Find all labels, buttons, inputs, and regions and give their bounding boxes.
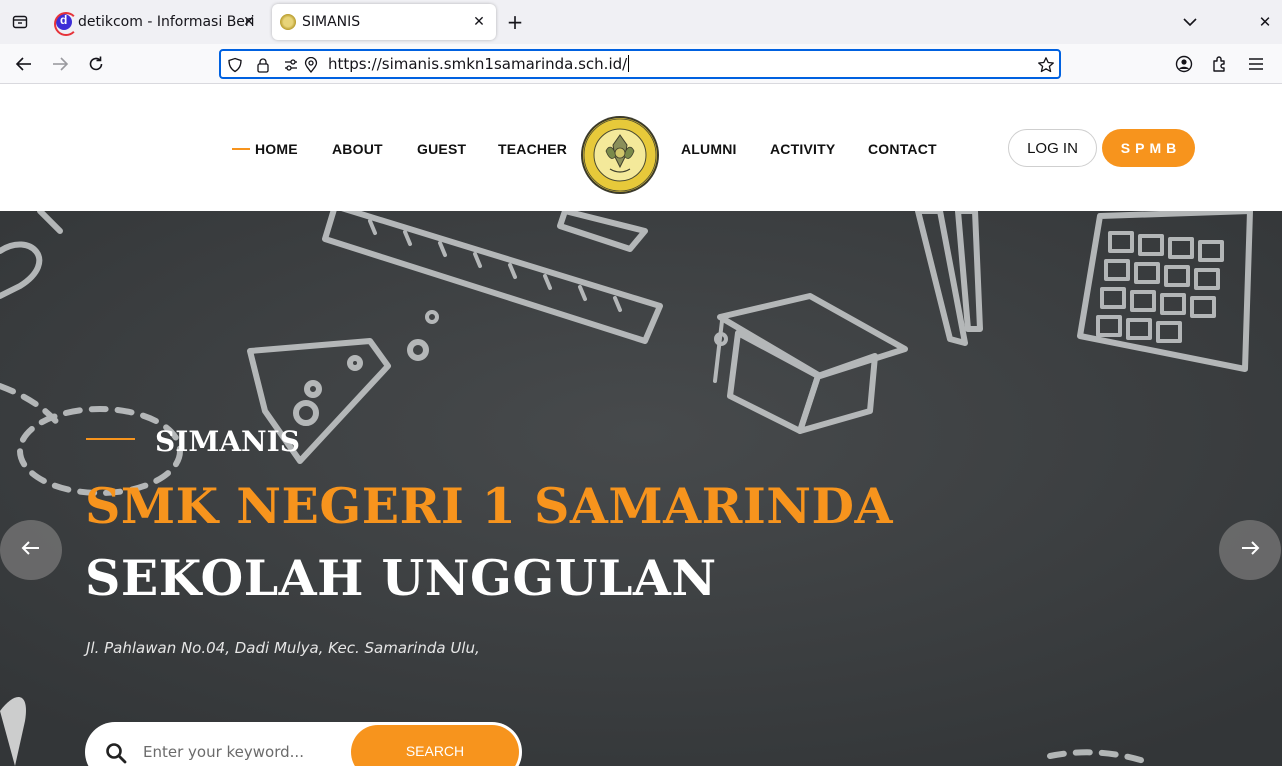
nav-item-contact[interactable]: CONTACT bbox=[868, 141, 937, 157]
nav-item-home[interactable]: HOME bbox=[255, 141, 298, 157]
detik-favicon-icon bbox=[54, 12, 78, 36]
login-button[interactable]: LOG IN bbox=[1008, 129, 1097, 167]
back-arrow-icon[interactable] bbox=[12, 53, 36, 75]
arrow-right-icon bbox=[1240, 540, 1260, 560]
hero-banner: SIMANIS SMK NEGERI 1 SAMARINDA SEKOLAH U… bbox=[0, 211, 1282, 766]
browser-toolbar: https://simanis.smkn1samarinda.sch.id/ bbox=[0, 44, 1282, 84]
spmb-button[interactable]: SPMB bbox=[1102, 129, 1195, 167]
chevron-down-icon[interactable] bbox=[1180, 12, 1200, 32]
simanis-favicon-icon bbox=[280, 14, 296, 30]
forward-arrow-icon[interactable] bbox=[48, 53, 72, 75]
tab-list-icon[interactable] bbox=[8, 10, 32, 34]
hero-title-school: SMK NEGERI 1 SAMARINDA bbox=[85, 477, 894, 535]
tab-title: detikcom - Informasi Berit bbox=[78, 14, 254, 30]
prev-slide-button[interactable] bbox=[0, 520, 62, 580]
hero-title-tagline: SEKOLAH UNGGULAN bbox=[85, 549, 717, 607]
search-button[interactable]: SEARCH bbox=[351, 725, 519, 766]
url-text: https://simanis.smkn1samarinda.sch.id/ bbox=[328, 55, 630, 73]
extensions-icon[interactable] bbox=[1209, 53, 1231, 75]
search-input[interactable] bbox=[143, 736, 343, 766]
close-tab-icon[interactable]: ✕ bbox=[240, 13, 258, 31]
tab-title: SIMANIS bbox=[302, 14, 361, 30]
browser-tab-strip: detikcom - Informasi Berit ✕ SIMANIS ✕ +… bbox=[0, 0, 1282, 44]
nav-item-activity[interactable]: ACTIVITY bbox=[770, 141, 835, 157]
shield-icon[interactable] bbox=[226, 56, 244, 74]
search-form: SEARCH bbox=[85, 722, 522, 766]
nav-item-about[interactable]: ABOUT bbox=[332, 141, 383, 157]
close-tab-icon[interactable]: ✕ bbox=[470, 13, 488, 31]
hero-kicker: SIMANIS bbox=[155, 425, 300, 458]
hamburger-menu-icon[interactable] bbox=[1245, 53, 1267, 75]
hero-address: Jl. Pahlawan No.04, Dadi Mulya, Kec. Sam… bbox=[86, 639, 480, 657]
nav-item-alumni[interactable]: ALUMNI bbox=[681, 141, 737, 157]
new-tab-icon[interactable]: + bbox=[504, 10, 526, 34]
nav-item-teacher[interactable]: TEACHER bbox=[498, 141, 567, 157]
nav-item-guest[interactable]: GUEST bbox=[417, 141, 466, 157]
arrow-left-icon bbox=[21, 540, 41, 560]
address-bar[interactable]: https://simanis.smkn1samarinda.sch.id/ bbox=[219, 49, 1061, 79]
window-close-icon[interactable]: ✕ bbox=[1256, 12, 1274, 32]
browser-tab-simanis[interactable]: SIMANIS ✕ bbox=[272, 4, 496, 40]
site-header: HOME ABOUT GUEST TEACHER ALUMNI ACTIVITY… bbox=[0, 85, 1282, 211]
location-icon[interactable] bbox=[302, 56, 320, 74]
browser-tab-detikcom[interactable]: detikcom - Informasi Berit ✕ bbox=[48, 4, 266, 40]
active-indicator bbox=[232, 148, 250, 150]
account-icon[interactable] bbox=[1173, 53, 1195, 75]
permissions-icon[interactable] bbox=[282, 56, 300, 74]
search-icon bbox=[105, 742, 127, 764]
reload-icon[interactable] bbox=[84, 53, 108, 75]
star-icon[interactable] bbox=[1037, 56, 1055, 74]
lock-icon[interactable] bbox=[254, 56, 272, 74]
next-slide-button[interactable] bbox=[1219, 520, 1281, 580]
school-logo[interactable] bbox=[580, 115, 660, 195]
kicker-accent-line bbox=[86, 438, 135, 440]
